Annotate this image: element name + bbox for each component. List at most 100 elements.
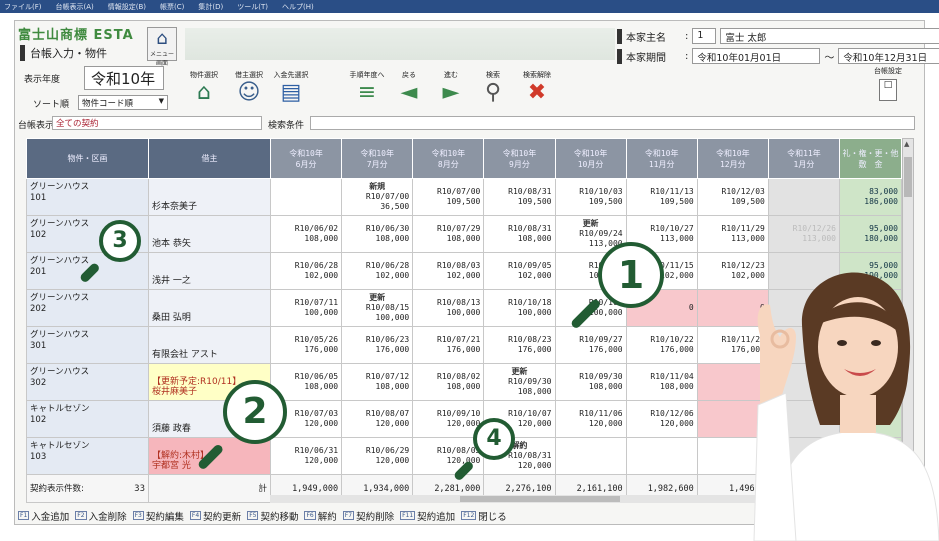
- table-row[interactable]: グリーンハウス 101 杉本奈美子 新規 R10/07/00 36,500 R10/07/…: [26, 178, 902, 216]
- column-header[interactable]: 物件・区画: [26, 138, 149, 179]
- tenant-cell[interactable]: 池本 恭矢: [148, 215, 271, 253]
- property-cell[interactable]: グリーンハウス 301: [26, 326, 149, 364]
- display-year-field[interactable]: 令和10年: [84, 66, 164, 90]
- tenant-cell[interactable]: 桑田 弘明: [148, 289, 271, 327]
- payment-cell[interactable]: 新規 R10/07/00 36,500: [341, 178, 414, 216]
- fnkey-f1[interactable]: F1 入金追加: [18, 509, 69, 523]
- property-cell[interactable]: グリーンハウス 202: [26, 289, 149, 327]
- column-header[interactable]: 令和10年 9月分: [483, 138, 556, 179]
- toolbar-button-house[interactable]: 物件選択 ⌂: [185, 70, 223, 110]
- payment-cell[interactable]: R10/06/02 108,000: [269, 215, 343, 253]
- payment-cell[interactable]: R10/08/31 109,500: [483, 178, 556, 216]
- payment-cell[interactable]: R10/06/29 120,000: [341, 437, 414, 475]
- horizontal-scrollbar[interactable]: [270, 495, 790, 503]
- payment-cell[interactable]: R10/07/21 176,000: [412, 326, 485, 364]
- payment-cell[interactable]: [625, 437, 698, 475]
- payment-cell[interactable]: R10/06/31 120,000: [269, 437, 343, 475]
- payment-cell[interactable]: 更新 R10/09/30 108,000: [483, 363, 556, 401]
- payment-cell[interactable]: R10/10/03 109,500: [554, 178, 627, 216]
- toolbar-button-back[interactable]: 戻る ◄: [390, 70, 428, 110]
- payment-cell[interactable]: R10/06/30 108,000: [341, 215, 414, 253]
- tenant-cell[interactable]: 有限会社 アスト: [148, 326, 271, 364]
- fnkey-f2[interactable]: F2 入金削除: [75, 509, 127, 523]
- owner-name-field[interactable]: 富士 太郎: [720, 28, 939, 44]
- payment-cell[interactable]: [554, 437, 627, 475]
- payment-cell[interactable]: R10/12/26 113,000: [767, 215, 841, 253]
- fnkey-f5[interactable]: F5 契約移動: [247, 509, 298, 523]
- menu-item[interactable]: 情報設定(B): [108, 2, 146, 12]
- menu-item[interactable]: ファイル(F): [4, 2, 42, 12]
- payment-cell[interactable]: R10/08/02 108,000: [412, 363, 485, 401]
- tenant-cell[interactable]: 浅井 一之: [148, 252, 271, 290]
- fnkey-f11[interactable]: F11 契約追加: [400, 509, 455, 523]
- payment-cell[interactable]: R10/11/13 109,500: [625, 178, 698, 216]
- search-condition-field[interactable]: [310, 116, 915, 130]
- payment-cell[interactable]: [767, 178, 841, 216]
- payment-cell[interactable]: R10/08/31 108,000: [483, 215, 556, 253]
- ledger-filter-field[interactable]: 全ての契約: [52, 116, 262, 130]
- fnkey-f3[interactable]: F3 契約編集: [132, 509, 184, 523]
- fnkey-f6[interactable]: F6 解約: [304, 509, 337, 523]
- payment-cell[interactable]: 更新 R10/08/15 100,000: [341, 289, 414, 327]
- toolbar-button-search[interactable]: 検索 ⚲: [474, 70, 512, 110]
- payment-cell[interactable]: R10/10/18 100,000: [483, 289, 556, 327]
- column-header[interactable]: 令和10年 10月分: [554, 138, 627, 179]
- sort-select[interactable]: 物件コード順 ▼: [78, 95, 168, 110]
- payment-cell[interactable]: R10/08/07 120,000: [341, 400, 414, 438]
- scroll-thumb[interactable]: [904, 157, 912, 197]
- payment-cell[interactable]: R10/11/29 113,000: [696, 215, 769, 253]
- fnkey-f7[interactable]: F7 契約削除: [342, 509, 394, 523]
- column-header[interactable]: 礼・権・更・他 敷 金: [839, 138, 902, 179]
- property-cell[interactable]: グリーンハウス 302: [26, 363, 149, 401]
- payment-cell[interactable]: R10/06/28 102,000: [269, 252, 343, 290]
- payment-cell[interactable]: R10/05/26 176,000: [269, 326, 343, 364]
- hscroll-thumb[interactable]: [460, 496, 620, 502]
- payment-cell[interactable]: 95,000 180,000: [839, 215, 902, 253]
- payment-cell[interactable]: R10/07/11 100,000: [269, 289, 343, 327]
- column-header[interactable]: 令和10年 12月分: [696, 138, 769, 179]
- home-button[interactable]: ⌂ メニュー画面: [147, 27, 177, 67]
- payment-cell[interactable]: R10/08/23 176,000: [483, 326, 556, 364]
- payment-cell[interactable]: R10/11/06 120,000: [554, 400, 627, 438]
- payment-cell[interactable]: R10/09/27 176,000: [554, 326, 627, 364]
- payment-cell[interactable]: R10/06/23 176,000: [341, 326, 414, 364]
- scroll-up-icon[interactable]: ▲: [904, 140, 909, 148]
- payment-cell[interactable]: R10/11/04 108,000: [625, 363, 698, 401]
- toolbar-button-card[interactable]: 入金先選択 ▤: [272, 70, 310, 110]
- column-header[interactable]: 令和10年 8月分: [412, 138, 485, 179]
- payment-cell[interactable]: R10/07/29 108,000: [412, 215, 485, 253]
- column-header[interactable]: 令和11年 1月分: [767, 138, 841, 179]
- property-cell[interactable]: グリーンハウス 101: [26, 178, 149, 216]
- toolbar-button-stack[interactable]: 手順年度へ ≡: [348, 70, 386, 110]
- toolbar-button-people[interactable]: 借主選択 ☺: [230, 70, 268, 110]
- column-header[interactable]: 令和10年 7月分: [341, 138, 414, 179]
- period-to-field[interactable]: 令和10年12月31日: [838, 48, 939, 64]
- menu-item[interactable]: 集計(D): [198, 2, 223, 12]
- payment-cell[interactable]: R10/07/00 109,500: [412, 178, 485, 216]
- payment-cell[interactable]: R10/09/30 108,000: [554, 363, 627, 401]
- owner-code-field[interactable]: 1: [692, 28, 717, 44]
- period-from-field[interactable]: 令和10年01月01日: [692, 48, 821, 64]
- payment-cell[interactable]: [269, 178, 343, 216]
- menu-item[interactable]: 台帳表示(A): [56, 2, 94, 12]
- column-header[interactable]: 令和10年 6月分: [269, 138, 343, 179]
- payment-cell[interactable]: R10/12/03 109,500: [696, 178, 769, 216]
- fnkey-f4[interactable]: F4 契約更新: [189, 509, 241, 523]
- table-row[interactable]: グリーンハウス 102 池本 恭矢 R10/06/02 108,000 R10/06/3…: [26, 215, 902, 253]
- payment-cell[interactable]: R10/08/13 100,000: [412, 289, 485, 327]
- property-cell[interactable]: キャトルセゾン 103: [26, 437, 149, 475]
- toolbar-button-forward[interactable]: 進む ►: [432, 70, 470, 110]
- fnkey-f12[interactable]: F12 閉じる: [461, 509, 507, 523]
- payment-cell[interactable]: R10/10/22 176,000: [625, 326, 698, 364]
- menu-item[interactable]: ヘルプ(H): [282, 2, 314, 12]
- menu-item[interactable]: 帳票(C): [160, 2, 184, 12]
- payment-cell[interactable]: R10/12/06 120,000: [625, 400, 698, 438]
- menu-item[interactable]: ツール(T): [237, 2, 268, 12]
- payment-cell[interactable]: R10/07/12 108,000: [341, 363, 414, 401]
- toolbar-button-search-clear[interactable]: 検索解除 ✖: [518, 70, 556, 110]
- payment-cell[interactable]: 83,000 186,000: [839, 178, 902, 216]
- ledger-setting-button[interactable]: 台帳設定 □: [868, 66, 908, 106]
- payment-cell[interactable]: R10/06/28 102,000: [341, 252, 414, 290]
- property-cell[interactable]: キャトルセゾン 102: [26, 400, 149, 438]
- tenant-cell[interactable]: 杉本奈美子: [148, 178, 271, 216]
